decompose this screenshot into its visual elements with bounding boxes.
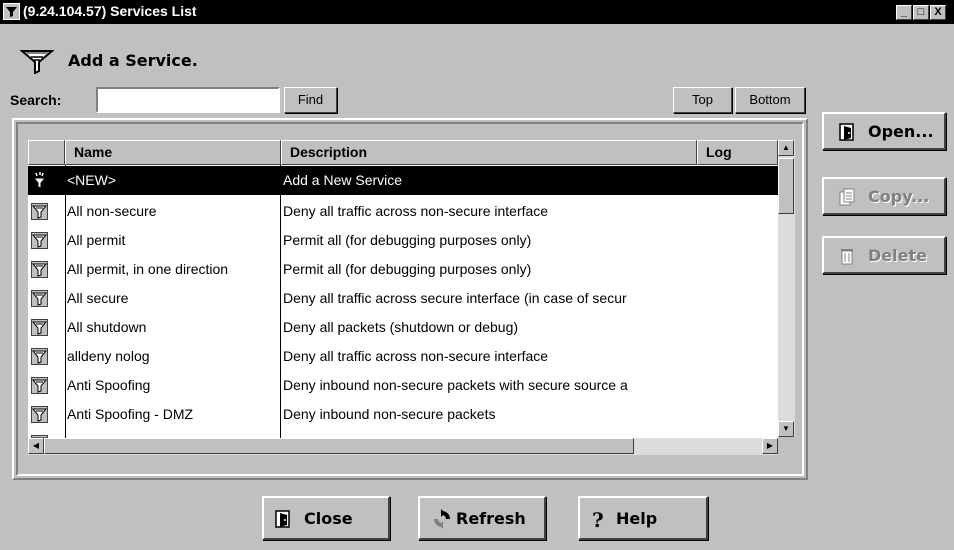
open-door-icon <box>838 123 856 144</box>
row-description: Deny inbound non-secure packets <box>283 406 496 422</box>
horizontal-scroll-thumb[interactable] <box>44 438 634 454</box>
column-header-icon[interactable] <box>28 140 65 165</box>
row-name: All shutdown <box>67 319 147 335</box>
row-name: Anti Spoofing <box>67 377 151 393</box>
table-row[interactable]: All shutdown Deny all packets (shutdown o… <box>28 313 778 342</box>
table-row[interactable]: All permit Permit all (for debugging purp… <box>28 226 778 255</box>
row-description: Deny inbound non-secure packets with sec… <box>283 377 628 393</box>
copy-icon <box>838 188 856 209</box>
table-row[interactable]: Anti Spoofing - DMZ Deny inbound non-secu… <box>28 400 778 429</box>
maximize-button[interactable]: □ <box>913 5 929 20</box>
find-button[interactable]: Find <box>284 87 337 113</box>
row-name: All non-secure <box>67 203 157 219</box>
open-button-label: Open... <box>868 122 934 141</box>
refresh-icon <box>432 509 452 532</box>
vertical-scrollbar[interactable]: ▲ ▼ <box>778 140 795 437</box>
refresh-button[interactable]: Refresh <box>418 496 546 540</box>
refresh-button-label: Refresh <box>456 509 526 528</box>
delete-button-label: Delete <box>868 246 927 265</box>
search-label: Search: <box>10 92 62 108</box>
scroll-corner <box>778 438 795 455</box>
help-button[interactable]: ? Help <box>578 496 708 540</box>
column-header-name[interactable]: Name <box>65 140 281 165</box>
scroll-right-button[interactable]: ▶ <box>762 438 778 454</box>
exit-door-icon <box>274 510 292 531</box>
title-bar: (9.24.104.57) Services List _ □ X <box>0 0 954 24</box>
row-name: All secure <box>67 290 129 306</box>
row-description: Add a New Service <box>283 172 403 188</box>
horizontal-scrollbar[interactable]: ◀ ▶ <box>28 438 778 455</box>
row-description: Deny all traffic across non-secure inter… <box>283 348 549 364</box>
filter-icon <box>31 232 48 249</box>
scroll-up-button[interactable]: ▲ <box>778 140 794 156</box>
filter-icon <box>31 377 48 394</box>
new-service-icon <box>31 172 48 189</box>
vertical-scroll-thumb[interactable] <box>778 158 794 214</box>
help-button-label: Help <box>616 509 658 528</box>
copy-button-label: Copy... <box>868 187 930 206</box>
row-name: <NEW> <box>67 172 117 188</box>
app-icon[interactable] <box>3 3 20 20</box>
column-header-log[interactable]: Log <box>697 140 778 165</box>
delete-button[interactable]: Delete <box>822 236 946 274</box>
row-description: Deny all traffic across secure interface… <box>283 290 627 306</box>
window-title: (9.24.104.57) Services List <box>23 3 197 19</box>
table-row[interactable]: <NEW> Add a New Service <box>28 166 778 195</box>
search-input[interactable] <box>96 87 280 113</box>
trash-icon <box>838 247 856 268</box>
row-name: alldeny nolog <box>67 348 150 364</box>
close-window-button[interactable]: X <box>930 5 946 20</box>
filter-icon <box>31 203 48 220</box>
scroll-left-button[interactable]: ◀ <box>28 438 44 454</box>
table-row[interactable]: All non-secure Deny all traffic across no… <box>28 197 778 226</box>
table-row[interactable]: All secure Deny all traffic across secure… <box>28 284 778 313</box>
close-button-label: Close <box>304 509 353 528</box>
help-question-icon: ? <box>592 508 604 532</box>
column-header-description[interactable]: Description <box>281 140 697 165</box>
table-row[interactable]: alldeny nolog Deny all traffic across non… <box>28 342 778 371</box>
top-button[interactable]: Top <box>673 87 732 113</box>
filter-icon <box>31 319 48 336</box>
row-description: Permit all (for debugging purposes only) <box>283 261 532 277</box>
row-name: All permit, in one direction <box>67 261 229 277</box>
row-description: Deny all packets (shutdown or debug) <box>283 319 519 335</box>
row-name: All permit <box>67 232 126 248</box>
table-row[interactable]: All permit, in one direction Permit all (… <box>28 255 778 284</box>
close-button[interactable]: Close <box>262 496 390 540</box>
open-button[interactable]: Open... <box>822 112 946 150</box>
row-description: Permit all (for debugging purposes only) <box>283 232 532 248</box>
filter-funnel-icon <box>19 48 55 77</box>
row-name: Anti Spoofing - DMZ <box>67 406 194 422</box>
row-description: Deny all traffic across non-secure inter… <box>283 203 549 219</box>
filter-icon <box>31 290 48 307</box>
filter-icon <box>31 261 48 278</box>
bottom-button[interactable]: Bottom <box>735 87 805 113</box>
copy-button[interactable]: Copy... <box>822 177 946 215</box>
filter-icon <box>31 406 48 423</box>
scroll-down-button[interactable]: ▼ <box>778 421 794 437</box>
table-row[interactable]: Anti Spoofing Deny inbound non-secure pac… <box>28 371 778 400</box>
filter-icon <box>31 348 48 365</box>
page-heading: Add a Service. <box>68 51 198 70</box>
minimize-button[interactable]: _ <box>896 5 912 20</box>
services-table[interactable]: Name Description Log <NEW> Add a New Serv… <box>28 140 778 450</box>
